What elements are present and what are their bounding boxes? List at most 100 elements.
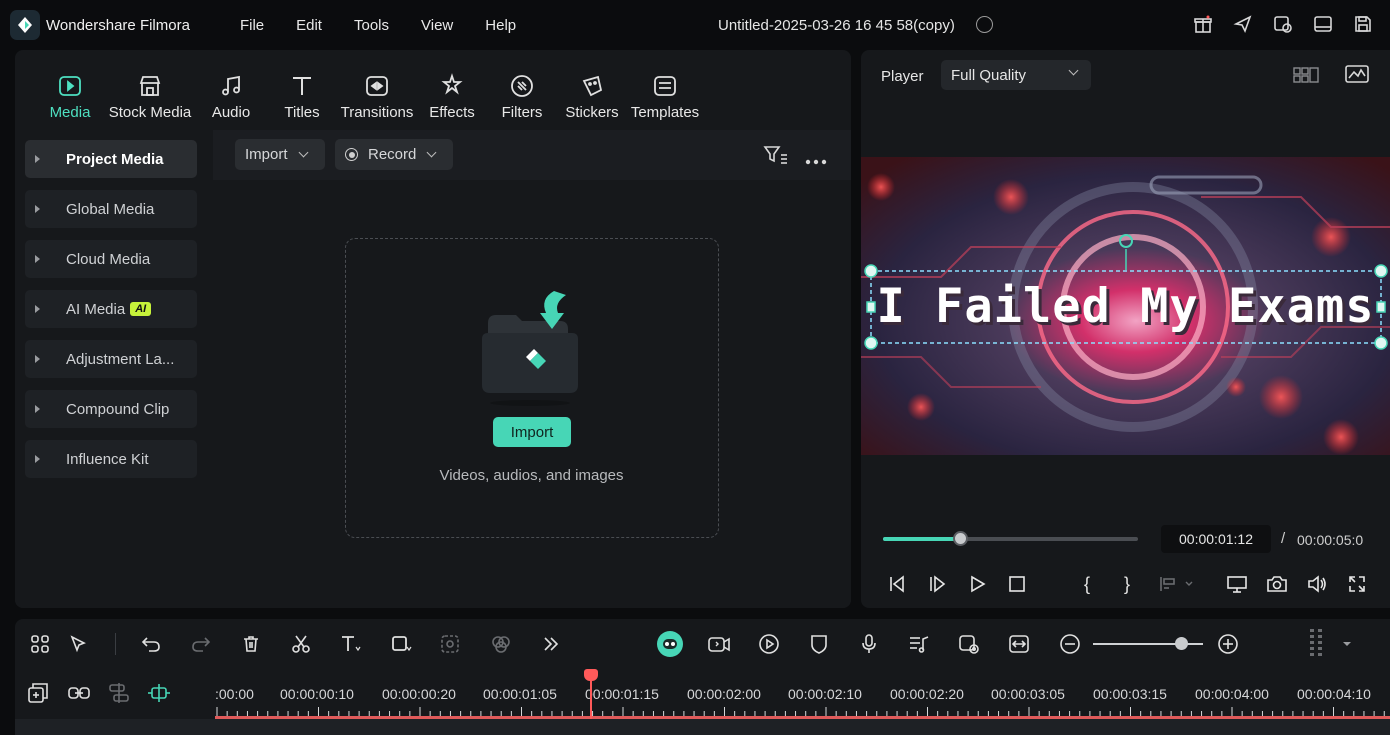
volume-icon[interactable] <box>1305 572 1329 596</box>
delete-icon[interactable] <box>239 632 263 656</box>
ai-assistant-icon[interactable] <box>655 629 685 659</box>
media-drop-zone[interactable]: Import Videos, audios, and images <box>345 238 719 538</box>
ai-select-icon[interactable] <box>439 632 463 656</box>
chevron-down-icon[interactable] <box>1177 572 1201 596</box>
shield-icon[interactable] <box>807 632 831 656</box>
toolbar-divider <box>115 633 116 655</box>
magnetic-snap-icon[interactable] <box>147 682 171 709</box>
menu-tools[interactable]: Tools <box>338 17 405 34</box>
ruler-tick-label: 00:00:04:10 <box>1297 686 1371 702</box>
quality-dropdown[interactable]: Full Quality <box>941 60 1091 90</box>
sidebar-item-cloud-media[interactable]: Cloud Media <box>25 240 197 278</box>
split-scissors-icon[interactable] <box>289 632 313 656</box>
track-area[interactable] <box>15 719 1390 735</box>
player-label: Player <box>881 68 924 85</box>
gift-icon[interactable] <box>1192 13 1214 35</box>
undo-icon[interactable] <box>139 632 163 656</box>
link-clips-icon[interactable] <box>67 682 91 709</box>
tab-stock-media[interactable]: Stock Media <box>105 50 195 130</box>
save-icon[interactable] <box>1352 13 1374 35</box>
insert-clip-icon[interactable] <box>1155 572 1179 596</box>
chevron-down-icon[interactable] <box>1335 632 1359 656</box>
grid-view-icon[interactable] <box>1293 66 1319 89</box>
media-panel: Media Stock Media Audio Titles Transitio… <box>15 50 851 608</box>
chevron-down-icon <box>298 147 308 158</box>
tab-media[interactable]: Media <box>35 50 105 130</box>
menu-file[interactable]: File <box>224 17 280 34</box>
track-align-icon[interactable] <box>107 682 131 709</box>
expand-arrow-icon <box>35 255 40 263</box>
sidebar-item-project-media[interactable]: Project Media <box>25 140 197 178</box>
menu-view[interactable]: View <box>405 17 469 34</box>
sidebar-item-global-media[interactable]: Global Media <box>25 190 197 228</box>
fullscreen-icon[interactable] <box>1345 572 1369 596</box>
playhead-handle[interactable] <box>584 669 598 681</box>
drag-handle-icon[interactable] <box>1305 629 1329 656</box>
window-icon[interactable] <box>1312 13 1334 35</box>
menu-bar: File Edit Tools View Help <box>224 17 532 34</box>
scope-chart-icon[interactable] <box>1345 64 1369 89</box>
more-options-icon[interactable] <box>805 152 827 170</box>
video-preview[interactable]: I Failed My Exams <box>861 157 1390 455</box>
overlay-title-text[interactable]: I Failed My Exams <box>861 279 1390 334</box>
menu-edit[interactable]: Edit <box>280 17 338 34</box>
ruler-tick-label: :00:00 <box>215 686 254 702</box>
ruler-tick-label: 00:00:00:20 <box>382 686 456 702</box>
current-time[interactable]: 00:00:01:12 <box>1161 525 1271 553</box>
layout-grid-icon[interactable] <box>28 632 52 656</box>
import-folder-icon <box>474 289 590 412</box>
previous-frame-icon[interactable] <box>885 572 909 596</box>
more-tools-icon[interactable] <box>539 632 563 656</box>
progress-fill <box>883 537 960 541</box>
stop-icon[interactable] <box>1005 572 1029 596</box>
display-settings-icon[interactable] <box>1225 572 1249 596</box>
zoom-out-icon[interactable] <box>1058 632 1082 656</box>
mark-out-icon[interactable]: } <box>1115 572 1139 596</box>
import-button[interactable]: Import <box>493 417 571 447</box>
sidebar-item-ai-media[interactable]: AI Media AI <box>25 290 197 328</box>
expand-arrow-icon <box>35 205 40 213</box>
tab-templates[interactable]: Templates <box>627 50 703 130</box>
zoom-in-icon[interactable] <box>1216 632 1240 656</box>
text-tool-icon[interactable] <box>339 632 363 656</box>
ruler-tick-label: 00:00:01:15 <box>585 686 659 702</box>
sidebar-item-adjustment-layer[interactable]: Adjustment La... <box>25 340 197 378</box>
microphone-icon[interactable] <box>857 632 881 656</box>
zoom-slider-knob[interactable] <box>1175 637 1188 650</box>
tab-audio[interactable]: Audio <box>195 50 267 130</box>
send-icon[interactable] <box>1232 13 1254 35</box>
snapshot-camera-icon[interactable] <box>1265 572 1289 596</box>
playback-progress[interactable] <box>883 531 1138 546</box>
tab-stickers[interactable]: Stickers <box>557 50 627 130</box>
sidebar-item-compound-clip[interactable]: Compound Clip <box>25 390 197 428</box>
filter-sort-icon[interactable] <box>763 144 789 171</box>
play-icon[interactable] <box>965 572 989 596</box>
next-frame-icon[interactable] <box>925 572 949 596</box>
menu-help[interactable]: Help <box>469 17 532 34</box>
color-match-icon[interactable] <box>489 632 513 656</box>
auto-reframe-icon[interactable] <box>757 632 781 656</box>
import-dropdown[interactable]: Import <box>235 139 325 170</box>
ai-badge: AI <box>130 302 152 316</box>
tab-transitions[interactable]: Transitions <box>337 50 417 130</box>
audio-mixer-icon[interactable] <box>907 632 931 656</box>
project-clock-icon[interactable] <box>1272 13 1294 35</box>
tab-filters[interactable]: Filters <box>487 50 557 130</box>
chevron-down-icon <box>426 147 437 158</box>
timeline-panel: :00:00 00:00:00:10 00:00:00:20 00:00:01:… <box>15 619 1390 735</box>
ai-video-icon[interactable] <box>707 632 731 656</box>
render-preview-icon[interactable] <box>957 632 981 656</box>
redo-icon[interactable] <box>189 632 213 656</box>
tab-effects[interactable]: Effects <box>417 50 487 130</box>
ruler-tick-label: 00:00:03:05 <box>991 686 1065 702</box>
select-pointer-icon[interactable] <box>67 632 91 656</box>
record-dropdown[interactable]: Record <box>335 139 453 170</box>
fit-timeline-icon[interactable] <box>1007 632 1031 656</box>
timeline-ruler[interactable]: :00:00 00:00:00:10 00:00:00:20 00:00:01:… <box>215 669 1390 719</box>
add-track-icon[interactable] <box>27 682 49 709</box>
tab-titles[interactable]: Titles <box>267 50 337 130</box>
progress-knob[interactable] <box>952 531 968 546</box>
sidebar-item-influence-kit[interactable]: Influence Kit <box>25 440 197 478</box>
crop-icon[interactable] <box>389 632 413 656</box>
mark-in-icon[interactable]: { <box>1075 572 1099 596</box>
